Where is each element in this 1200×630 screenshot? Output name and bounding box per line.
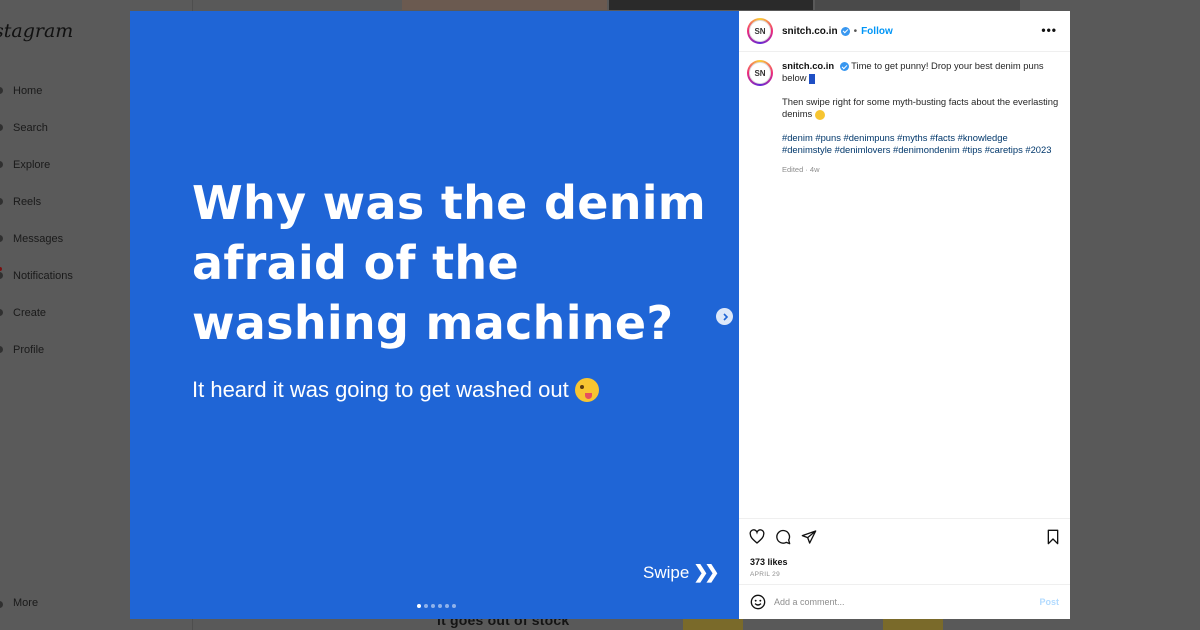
nav-label: Home (13, 84, 43, 97)
edited-timestamp: Edited · 4w (782, 165, 820, 174)
text-cursor (809, 73, 816, 84)
follow-button[interactable]: Follow (861, 26, 893, 37)
swipe-label: Swipe (643, 562, 690, 582)
post-actions: 373 likes APRIL 29 (739, 518, 1070, 584)
nav-item-reels[interactable]: Reels (0, 183, 73, 220)
nav-label: Create (13, 306, 47, 319)
profile-icon (0, 346, 3, 353)
carousel-dot (445, 604, 449, 608)
punchline-text: It heard it was going to get washed out (192, 377, 569, 402)
username-link[interactable]: snitch.co.in (782, 26, 838, 37)
background-thumbnails (402, 0, 1022, 10)
likes-count[interactable]: 373 likes (750, 557, 788, 567)
comment-bar: Post (739, 584, 1070, 619)
caption-row: SN snitch.co.in Time to get punny! Drop … (747, 60, 1061, 176)
chevron-right-icon (722, 312, 728, 321)
nav-item-more[interactable]: More (13, 597, 38, 609)
nav-item-create[interactable]: Create (0, 294, 73, 331)
winking-tongue-emoji-icon (574, 378, 599, 402)
post-header: SN snitch.co.in • Follow ••• (739, 11, 1070, 52)
thumbnail (683, 619, 743, 630)
nav-label: Messages (13, 232, 64, 245)
nav-item-messages[interactable]: Messages (0, 220, 73, 257)
post-comment-button[interactable]: Post (1039, 597, 1059, 607)
carousel-dot (417, 604, 421, 608)
nav-item-explore[interactable]: Explore (0, 146, 73, 183)
carousel-slide: Why was the denim afraid of the washing … (130, 11, 739, 619)
post-date: APRIL 29 (750, 571, 780, 578)
slide-punchline: It heard it was going to get washed out (192, 377, 599, 403)
swipe-hint: Swipe ❯❯ (643, 562, 720, 583)
nav-label: Profile (13, 343, 45, 356)
reels-icon (0, 198, 3, 205)
heart-icon (0, 272, 3, 279)
carousel-dot (438, 604, 442, 608)
notification-badge (0, 267, 2, 271)
smiley-icon[interactable] (750, 594, 766, 610)
background-nav: Home Search Explore Reels Messages Notif… (0, 72, 73, 368)
emoji-icon (814, 109, 825, 120)
carousel-dot (424, 604, 428, 608)
nav-item-profile[interactable]: Profile (0, 331, 73, 368)
nav-item-notifications[interactable]: Notifications (0, 257, 73, 294)
caption-body: snitch.co.in Time to get punny! Drop you… (782, 60, 1060, 176)
separator: • (853, 25, 858, 37)
next-slide-button[interactable] (716, 308, 733, 325)
search-icon (0, 124, 3, 131)
verified-badge-icon (840, 26, 850, 36)
action-icons (739, 519, 1070, 545)
post-caption: SN snitch.co.in Time to get punny! Drop … (747, 60, 1061, 176)
slide-headline: Why was the denim afraid of the washing … (192, 176, 707, 350)
thumbnail (815, 0, 1021, 10)
post-panel: SN snitch.co.in • Follow ••• SN snitch.c… (739, 11, 1070, 619)
thumbnail (608, 0, 814, 10)
comment-icon[interactable] (775, 529, 791, 545)
nav-item-search[interactable]: Search (0, 109, 73, 146)
caption-paragraph: snitch.co.in Time to get punny! Drop you… (782, 60, 1060, 84)
avatar-logo: SN (749, 20, 771, 42)
nav-label: Explore (13, 158, 51, 171)
post-modal: Why was the denim afraid of the washing … (130, 11, 1070, 619)
thumbnail (402, 0, 607, 10)
double-chevron-icon: ❯❯ (693, 562, 719, 582)
nav-label: Notifications (13, 269, 73, 282)
caption-paragraph: Then swipe right for some myth-busting f… (782, 96, 1060, 120)
comment-input[interactable] (774, 597, 1024, 607)
messenger-icon (0, 235, 3, 242)
compass-icon (0, 161, 3, 168)
caption-username[interactable]: snitch.co.in (782, 60, 834, 71)
nav-label: Search (13, 121, 48, 134)
verified-badge-icon (839, 62, 849, 72)
thumbnail (883, 619, 943, 630)
heart-icon[interactable] (749, 529, 765, 545)
nav-item-home[interactable]: Home (0, 72, 73, 109)
avatar[interactable]: SN (747, 60, 773, 86)
home-icon (0, 87, 3, 94)
carousel-dot (452, 604, 456, 608)
nav-label: Reels (13, 195, 42, 208)
carousel-dots (417, 604, 456, 608)
carousel-dot (431, 604, 435, 608)
bookmark-icon[interactable] (1046, 529, 1060, 545)
avatar-logo: SN (749, 62, 771, 84)
more-options-icon[interactable]: ••• (1041, 23, 1057, 37)
send-icon[interactable] (801, 529, 817, 545)
instagram-logo: stagram (0, 20, 74, 42)
plus-icon (0, 309, 3, 316)
avatar[interactable]: SN (747, 18, 773, 44)
hashtags[interactable]: #denim #puns #denimpuns #myths #facts #k… (782, 132, 1060, 156)
